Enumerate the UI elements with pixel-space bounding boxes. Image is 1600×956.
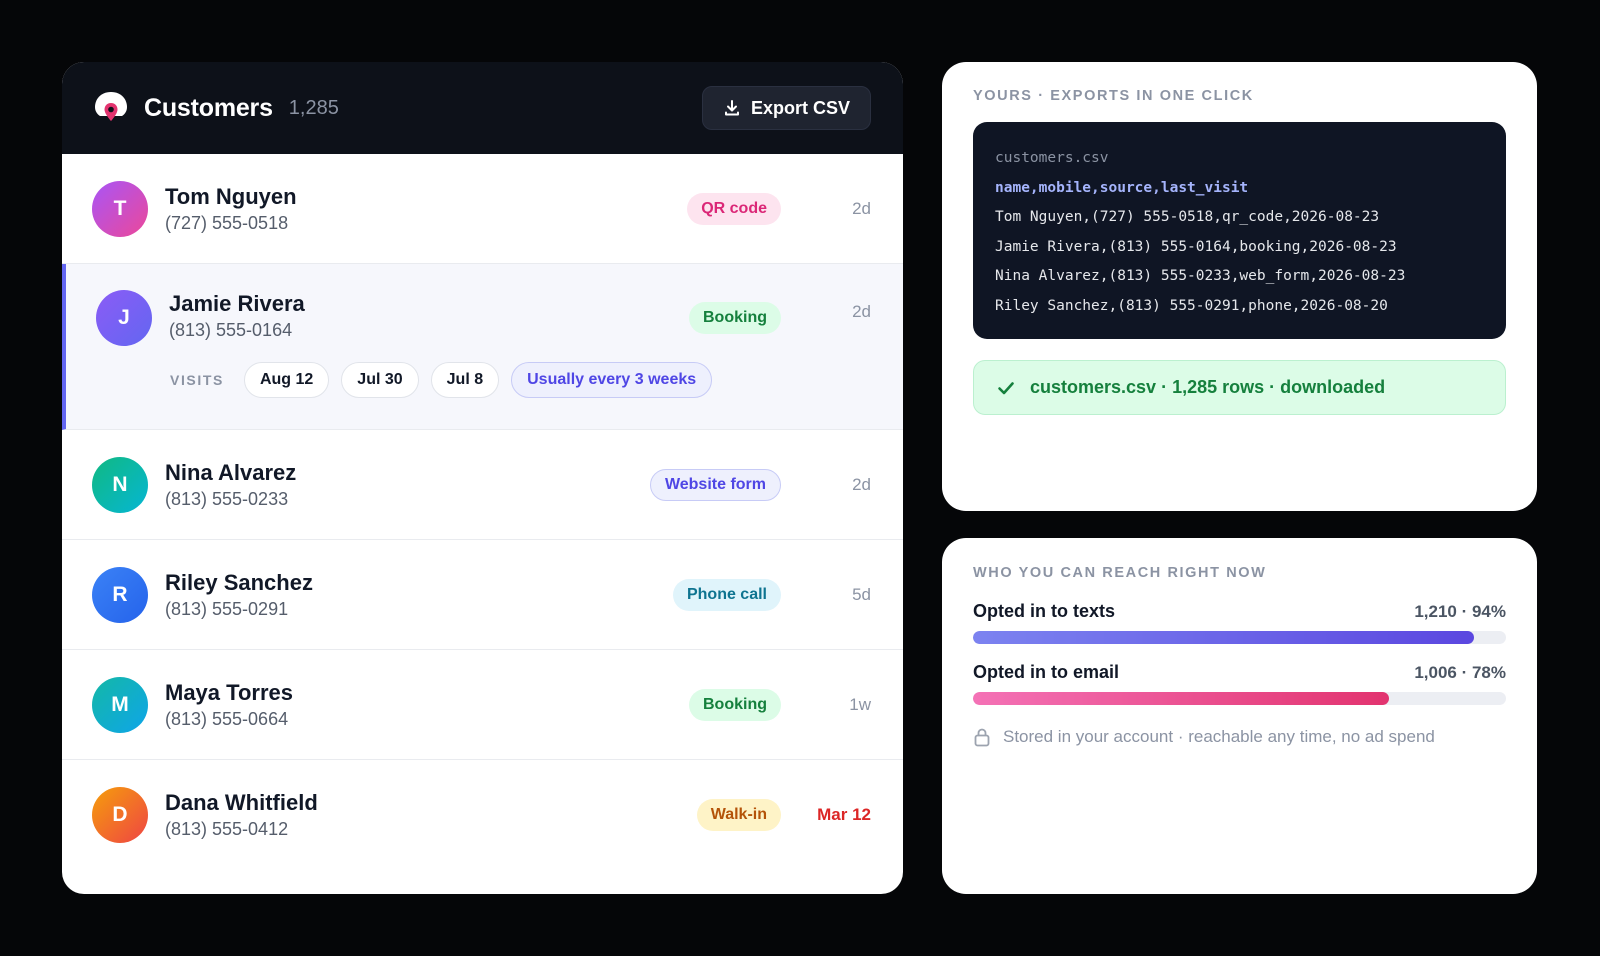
customer-count: 1,285: [288, 96, 339, 119]
texts-optin-label: Opted in to texts: [973, 601, 1116, 621]
customer-phone: (813) 555-0291: [165, 598, 289, 619]
email-optin-label: Opted in to email: [973, 662, 1120, 682]
export-section-label: YOURS · EXPORTS IN ONE CLICK: [973, 88, 1254, 104]
customer-row-selected[interactable]: J Jamie Rivera (813) 555-0164 Booking 2d…: [62, 264, 903, 430]
email-optin-fill: [973, 692, 1389, 705]
export-card: YOURS · EXPORTS IN ONE CLICK customers.c…: [942, 62, 1537, 511]
download-status-text: customers.csv · 1,285 rows · downloaded: [1030, 377, 1386, 397]
source-badge: Phone call: [672, 578, 781, 611]
download-status: customers.csv · 1,285 rows · downloaded: [973, 360, 1506, 415]
customer-row[interactable]: M Maya Torres (813) 555-0664 Booking 1w: [62, 650, 903, 760]
avatar: M: [92, 676, 148, 733]
source-badge: Booking: [689, 688, 781, 721]
source-badge: Booking: [689, 302, 781, 334]
texts-optin-track: [973, 631, 1506, 644]
csv-preview: customers.csv name,mobile,source,last_vi…: [973, 122, 1506, 339]
avatar: N: [92, 456, 148, 513]
storage-note: Stored in your account · reachable any t…: [973, 727, 1506, 747]
last-visit-time-overdue: Mar 12: [817, 805, 871, 824]
download-icon: [724, 100, 739, 116]
location-pin-logo-icon: [92, 89, 130, 127]
csv-header-line: name,mobile,source,last_visit: [995, 179, 1249, 196]
email-optin-track: [973, 692, 1506, 705]
customer-row[interactable]: N Nina Alvarez (813) 555-0233 Website fo…: [62, 430, 903, 540]
csv-filename: customers.csv: [995, 150, 1109, 166]
avatar: T: [92, 180, 148, 237]
csv-line: Tom Nguyen,(727) 555-0518,qr_code,2026-0…: [995, 209, 1380, 225]
visit-cadence-chip: Usually every 3 weeks: [511, 362, 713, 398]
source-badge: QR code: [687, 192, 781, 225]
customer-phone: (727) 555-0518: [165, 212, 289, 233]
source-badge: Walk-in: [696, 799, 781, 831]
customer-row[interactable]: T Tom Nguyen (727) 555-0518 QR code 2d: [62, 154, 903, 264]
texts-optin-meter: Opted in to texts 1,210 · 94%: [973, 601, 1506, 644]
csv-line: Jamie Rivera,(813) 555-0164,booking,2026…: [995, 238, 1397, 255]
visits-label: VISITS: [170, 372, 224, 388]
customer-row[interactable]: D Dana Whitfield (813) 555-0412 Walk-in …: [62, 760, 903, 870]
customers-header: Customers 1,285 Export CSV: [62, 62, 903, 154]
reach-card: WHO YOU CAN REACH RIGHT NOW Opted in to …: [942, 538, 1537, 894]
lock-icon: [974, 728, 990, 747]
last-visit-time: 2d: [852, 198, 871, 218]
check-icon: [998, 381, 1014, 394]
last-visit-time: 1w: [849, 694, 871, 714]
texts-optin-value: 1,210 · 94%: [1414, 601, 1506, 621]
customer-name: Jamie Rivera: [169, 291, 305, 316]
visit-history: VISITS Aug 12 Jul 30 Jul 8 Usually every…: [170, 362, 713, 398]
customer-phone: (813) 555-0233: [165, 488, 289, 509]
source-badge: Website form: [649, 468, 781, 501]
customers-panel: Customers 1,285 Export CSV T Tom Nguyen …: [62, 62, 903, 894]
export-csv-button[interactable]: Export CSV: [701, 86, 871, 130]
customer-phone: (813) 555-0664: [165, 708, 289, 729]
avatar: R: [92, 566, 148, 623]
visit-date-chip[interactable]: Jul 8: [430, 362, 500, 398]
customer-name: Tom Nguyen: [165, 183, 297, 209]
csv-line: Riley Sanchez,(813) 555-0291,phone,2026-…: [995, 297, 1388, 314]
avatar: D: [92, 787, 148, 843]
avatar: J: [96, 290, 152, 346]
customer-row[interactable]: R Riley Sanchez (813) 555-0291 Phone cal…: [62, 540, 903, 650]
export-csv-label: Export CSV: [750, 97, 850, 118]
customer-name: Maya Torres: [165, 679, 293, 705]
visit-date-chip[interactable]: Jul 30: [341, 362, 419, 398]
last-visit-time: 2d: [852, 302, 871, 321]
texts-optin-fill: [973, 631, 1475, 644]
customer-name: Nina Alvarez: [165, 459, 297, 485]
last-visit-time: 2d: [852, 474, 871, 494]
reach-section-label: WHO YOU CAN REACH RIGHT NOW: [973, 565, 1267, 581]
email-optin-meter: Opted in to email 1,006 · 78%: [973, 662, 1506, 705]
customer-phone: (813) 555-0164: [169, 320, 293, 340]
customer-name: Riley Sanchez: [165, 569, 313, 595]
last-visit-time: 5d: [852, 584, 871, 604]
visit-date-chip[interactable]: Aug 12: [243, 362, 330, 398]
customer-name: Dana Whitfield: [165, 790, 318, 815]
csv-line: Nina Alvarez,(813) 555-0233,web_form,202…: [995, 268, 1406, 284]
storage-note-text: Stored in your account · reachable any t…: [1003, 727, 1435, 746]
customer-phone: (813) 555-0412: [165, 819, 289, 839]
email-optin-value: 1,006 · 78%: [1414, 662, 1506, 682]
page-title: Customers: [144, 93, 273, 122]
